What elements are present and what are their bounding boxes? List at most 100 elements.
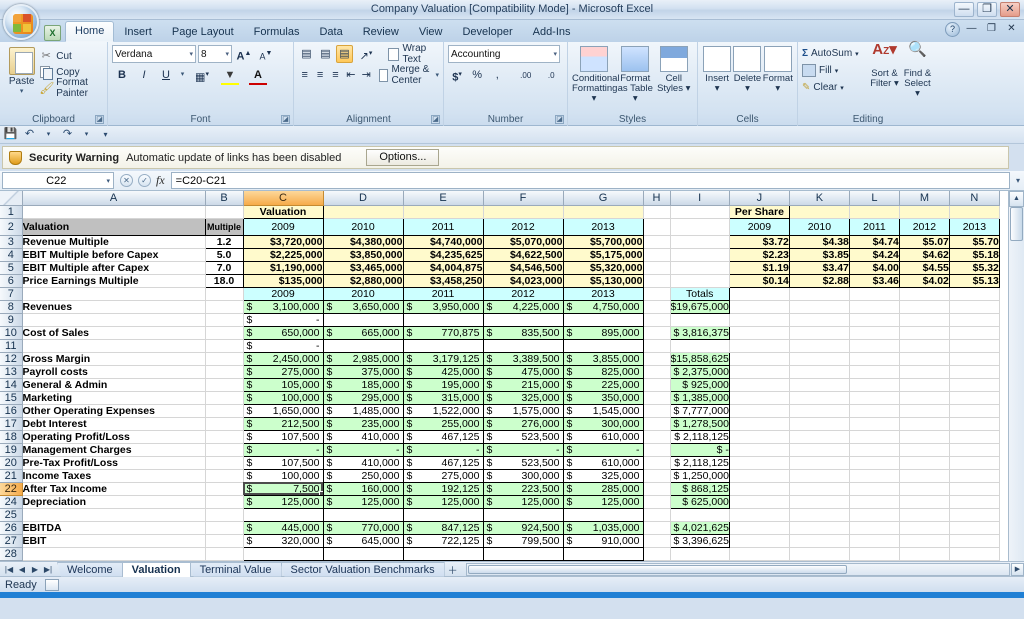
cell-N4[interactable]: $5.18 [949,248,999,261]
cell-H26[interactable] [643,521,670,534]
cell-A24[interactable]: Depreciation [22,495,205,508]
cell-G2[interactable]: 2013 [563,218,643,235]
cell-B7[interactable] [205,287,243,300]
number-format-combo[interactable]: Accounting ▾ [448,45,560,63]
cell-K3[interactable]: $4.38 [789,235,849,248]
cell-K21[interactable] [789,469,849,482]
cell-A22[interactable]: After Tax Income [22,482,205,495]
cell-A5[interactable]: EBIT Multiple after Capex [22,261,205,274]
cell-H28[interactable] [643,547,670,560]
cell-M1[interactable] [899,205,949,218]
cell-N10[interactable] [949,326,999,339]
cell-N6[interactable]: $5.13 [949,274,999,287]
cell-J18[interactable] [729,430,789,443]
row-header-15[interactable]: 15 [0,391,22,404]
cell-A27[interactable]: EBIT [22,534,205,547]
cell-L8[interactable] [849,300,899,313]
cell-A13[interactable]: Payroll costs [22,365,205,378]
cell-E2[interactable]: 2011 [403,218,483,235]
cell-C8[interactable]: $3,100,000 [243,300,323,313]
cell-G12[interactable]: $3,855,000 [563,352,643,365]
cell-G10[interactable]: $895,000 [563,326,643,339]
cell-K28[interactable] [789,547,849,560]
cell-G18[interactable]: $610,000 [563,430,643,443]
cell-E16[interactable]: $1,522,000 [403,404,483,417]
cell-H8[interactable] [643,300,670,313]
row-header-6[interactable]: 6 [0,274,22,287]
cell-A2[interactable]: Valuation [22,218,205,235]
cell-K17[interactable] [789,417,849,430]
cell-B19[interactable] [205,443,243,456]
cell-I12[interactable]: $15,858,625 [670,352,729,365]
cell-K19[interactable] [789,443,849,456]
insert-function-icon[interactable]: fx [156,173,165,188]
cell-B4[interactable]: 5.0 [205,248,243,261]
cell-D19[interactable]: $- [323,443,403,456]
cell-N15[interactable] [949,391,999,404]
cell-E29[interactable]: $592,125 [403,560,483,561]
cell-H11[interactable] [643,339,670,352]
cell-L25[interactable] [849,508,899,521]
undo-icon[interactable]: ↶ [22,128,37,142]
row-header-21[interactable]: 21 [0,469,22,482]
cell-N16[interactable] [949,404,999,417]
cell-I21[interactable]: $ 1,250,000 [670,469,729,482]
cell-N8[interactable] [949,300,999,313]
cell-C4[interactable]: $2,225,000 [243,248,323,261]
cell-I2[interactable] [670,218,729,235]
cell-C28[interactable] [243,547,323,560]
cell-H2[interactable] [643,218,670,235]
cell-E20[interactable]: $467,125 [403,456,483,469]
cell-J24[interactable] [729,495,789,508]
cell-J8[interactable] [729,300,789,313]
cell-C17[interactable]: $212,500 [243,417,323,430]
tab-insert[interactable]: Insert [114,22,162,42]
cell-F21[interactable]: $300,000 [483,469,563,482]
cell-I6[interactable] [670,274,729,287]
cell-F25[interactable] [483,508,563,521]
cell-M11[interactable] [899,339,949,352]
cell-M16[interactable] [899,404,949,417]
cell-M28[interactable] [899,547,949,560]
cell-G25[interactable] [563,508,643,521]
cell-I18[interactable]: $ 2,118,125 [670,430,729,443]
cell-A25[interactable] [22,508,205,521]
shrink-font-button[interactable]: A▼ [256,45,276,63]
cell-J26[interactable] [729,521,789,534]
cell-D22[interactable]: $160,000 [323,482,403,495]
cell-A11[interactable] [22,339,205,352]
cell-F17[interactable]: $276,000 [483,417,563,430]
cell-L16[interactable] [849,404,899,417]
cell-D25[interactable] [323,508,403,521]
cell-F14[interactable]: $215,000 [483,378,563,391]
cell-G9[interactable] [563,313,643,326]
cell-M17[interactable] [899,417,949,430]
cell-H27[interactable] [643,534,670,547]
cell-D12[interactable]: $2,985,000 [323,352,403,365]
cell-J3[interactable]: $3.72 [729,235,789,248]
cell-B6[interactable]: 18.0 [205,274,243,287]
cell-J6[interactable]: $0.14 [729,274,789,287]
cell-L28[interactable] [849,547,899,560]
cell-L4[interactable]: $4.24 [849,248,899,261]
cell-N20[interactable] [949,456,999,469]
column-header-M[interactable]: M [899,191,949,205]
cell-N2[interactable]: 2013 [949,218,999,235]
cell-N1[interactable] [949,205,999,218]
cell-I13[interactable]: $ 2,375,000 [670,365,729,378]
cell-F26[interactable]: $924,500 [483,521,563,534]
italic-button[interactable]: I [134,66,154,84]
cell-F15[interactable]: $325,000 [483,391,563,404]
cell-I8[interactable]: $19,675,000 [670,300,729,313]
clear-button[interactable]: ✎ Clear ▾ [802,79,868,96]
cell-E19[interactable]: $- [403,443,483,456]
cell-D15[interactable]: $295,000 [323,391,403,404]
horizontal-scrollbar[interactable] [466,563,1010,576]
cell-H9[interactable] [643,313,670,326]
last-sheet-icon[interactable]: ▶| [42,565,54,574]
row-header-5[interactable]: 5 [0,261,22,274]
cell-K26[interactable] [789,521,849,534]
cell-K1[interactable] [789,205,849,218]
cell-F1[interactable] [483,205,563,218]
cell-J16[interactable] [729,404,789,417]
